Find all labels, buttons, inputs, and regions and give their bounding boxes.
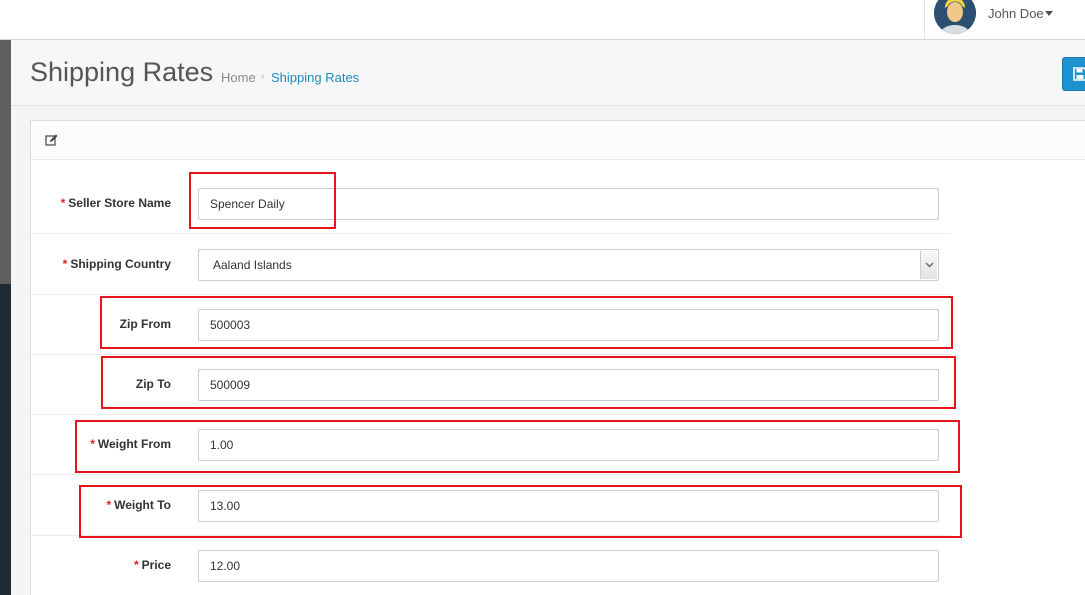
required-marker: * xyxy=(90,437,95,451)
price-input[interactable] xyxy=(198,550,939,582)
breadcrumb-current[interactable]: Shipping Rates xyxy=(271,70,359,85)
breadcrumb-home[interactable]: Home xyxy=(221,70,256,85)
required-marker: * xyxy=(62,257,68,271)
sidebar-scrollbar[interactable] xyxy=(0,40,11,284)
zip-from-input[interactable] xyxy=(198,309,939,341)
label-weight-to: * Weight To xyxy=(106,498,171,512)
label-shipping-country: * Shipping Country xyxy=(62,257,171,271)
label-weight-from: * Weight From xyxy=(90,437,171,451)
floppy-disk-icon xyxy=(1073,67,1085,81)
required-marker: * xyxy=(60,196,66,210)
form-panel: *Seller Store Name *Shipping Country Aal… xyxy=(30,120,1085,595)
label-zip-to: Zip To xyxy=(135,377,171,391)
weight-to-input[interactable] xyxy=(198,490,939,522)
user-menu[interactable]: John Doe xyxy=(924,0,1085,39)
panel-heading xyxy=(31,121,1085,160)
zip-to-input[interactable] xyxy=(198,369,939,401)
user-avatar xyxy=(934,0,976,34)
top-navbar: John Doe xyxy=(0,0,1085,40)
save-button[interactable] xyxy=(1062,57,1085,91)
form-row-weight-to: * Weight To xyxy=(31,475,951,536)
label-seller-store-name: * Seller Store Name xyxy=(60,196,171,210)
label-zip-from: Zip From xyxy=(119,317,171,331)
form-row-zip-to: Zip To xyxy=(31,354,951,415)
required-marker: * xyxy=(106,498,112,512)
form-row-shipping-country: * Shipping Country Aaland Islands xyxy=(31,234,951,295)
form-row-price: * Price xyxy=(31,535,951,595)
page-title: Shipping Rates xyxy=(30,57,214,87)
caret-down-icon[interactable] xyxy=(1045,11,1053,16)
page-header: Shipping Rates Home › Shipping Rates xyxy=(11,40,1085,106)
chevron-down-icon xyxy=(925,262,934,268)
label-price: * Price xyxy=(133,558,171,572)
seller-store-name-input[interactable] xyxy=(198,188,939,220)
user-name[interactable]: John Doe xyxy=(988,6,1044,21)
weight-from-input[interactable] xyxy=(198,429,939,461)
form-row-weight-from: * Weight From xyxy=(31,414,951,475)
edit-icon xyxy=(45,134,58,146)
select-arrow[interactable] xyxy=(920,251,937,279)
shipping-country-select[interactable]: Aaland Islands xyxy=(198,249,939,281)
form-row-seller-store-name: * Seller Store Name xyxy=(31,173,951,234)
required-marker: * xyxy=(133,558,139,572)
shipping-country-selected: Aaland Islands xyxy=(213,258,292,272)
form-row-zip-from: Zip From xyxy=(31,294,951,355)
sidebar xyxy=(0,40,11,595)
breadcrumb-separator: › xyxy=(261,71,265,82)
